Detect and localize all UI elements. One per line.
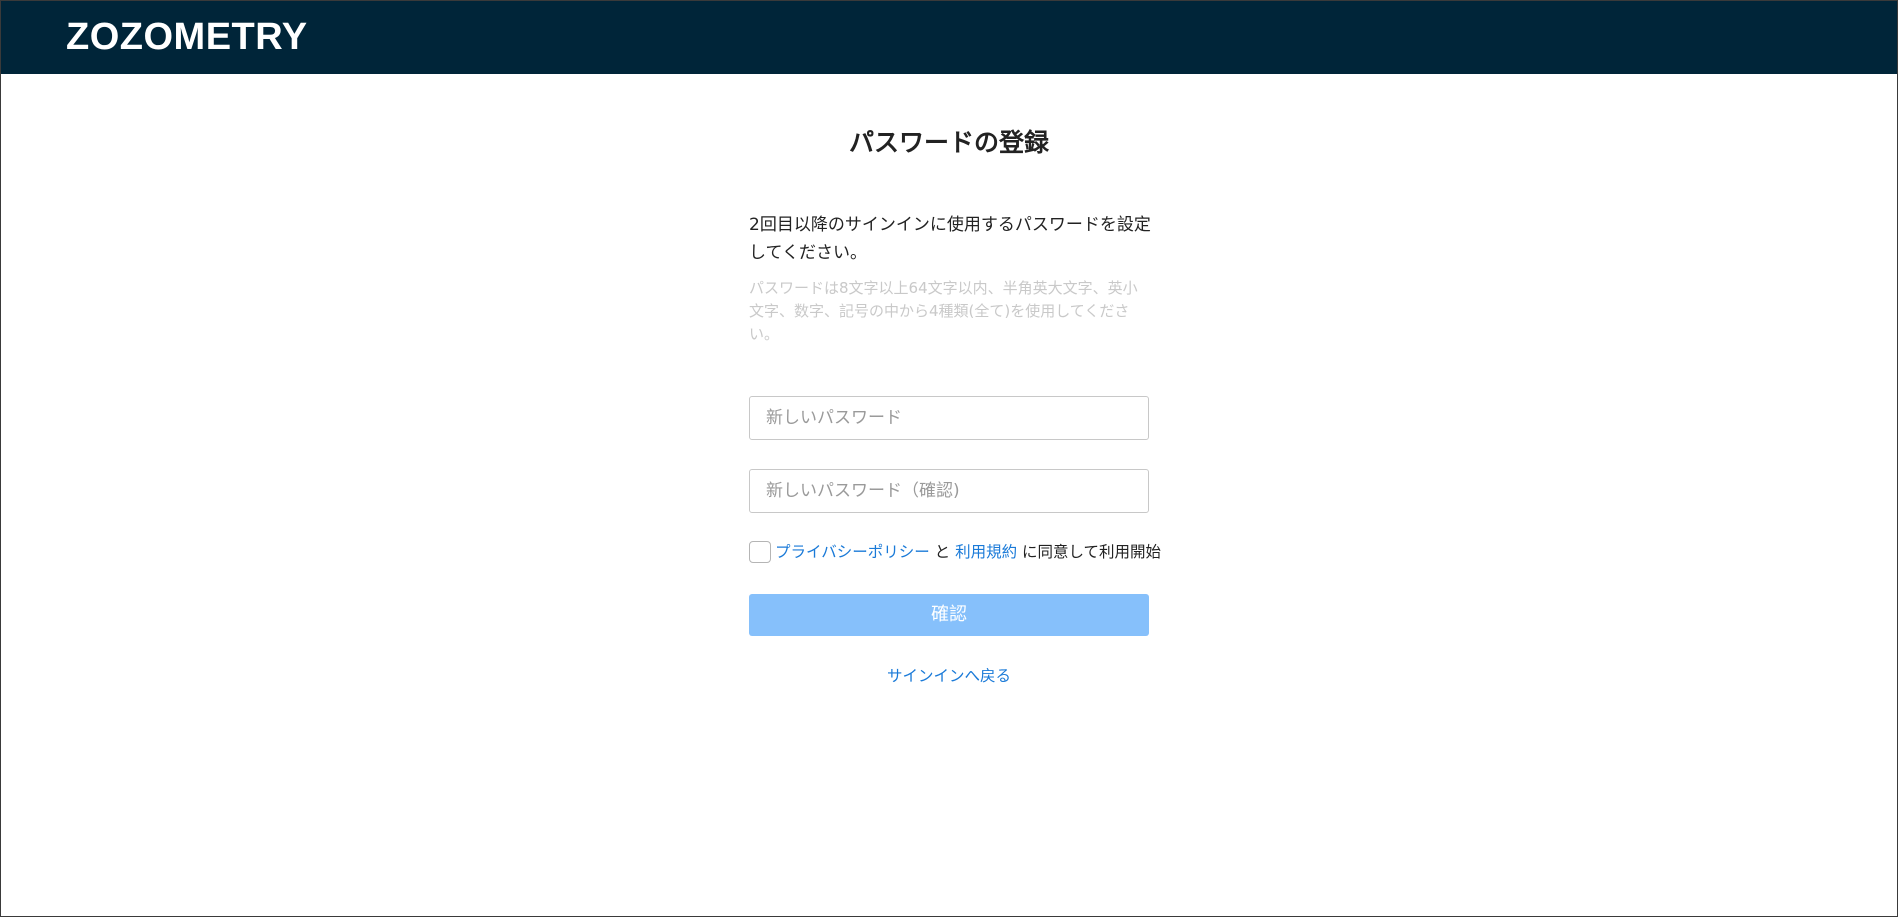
terms-of-use-link[interactable]: 利用規約 bbox=[955, 543, 1017, 561]
back-link-container: サインインへ戻る bbox=[749, 664, 1149, 688]
page-title: パスワードの登録 bbox=[848, 128, 1049, 157]
agreement-text: プライバシーポリシー と 利用規約 に同意して利用開始 bbox=[775, 539, 1161, 565]
agreement-connector: と bbox=[929, 543, 956, 561]
password-requirements-hint: パスワードは8文字以上64文字以内、半角英大文字、英小文字、数字、記号の中から4… bbox=[749, 279, 1138, 343]
agreement-checkbox[interactable] bbox=[749, 541, 771, 563]
confirm-password-input[interactable] bbox=[749, 469, 1149, 513]
new-password-input[interactable] bbox=[749, 396, 1149, 440]
zozometry-logo[interactable]: ZOZOMETRY bbox=[66, 15, 308, 59]
page-frame: ZOZOMETRY パスワードの登録 2回目以降のサインインに使用するパスワード… bbox=[0, 0, 1898, 917]
form-description: 2回目以降のサインインに使用するパスワードを設定してください。 bbox=[749, 215, 1151, 263]
top-header: ZOZOMETRY bbox=[1, 1, 1897, 74]
back-to-signin-link[interactable]: サインインへ戻る bbox=[887, 667, 1011, 685]
agreement-suffix: に同意して利用開始 bbox=[1017, 543, 1162, 561]
privacy-policy-link[interactable]: プライバシーポリシー bbox=[775, 543, 930, 561]
confirm-button[interactable]: 確認 bbox=[749, 594, 1149, 636]
agreement-row: プライバシーポリシー と 利用規約 に同意して利用開始 bbox=[749, 539, 1161, 565]
